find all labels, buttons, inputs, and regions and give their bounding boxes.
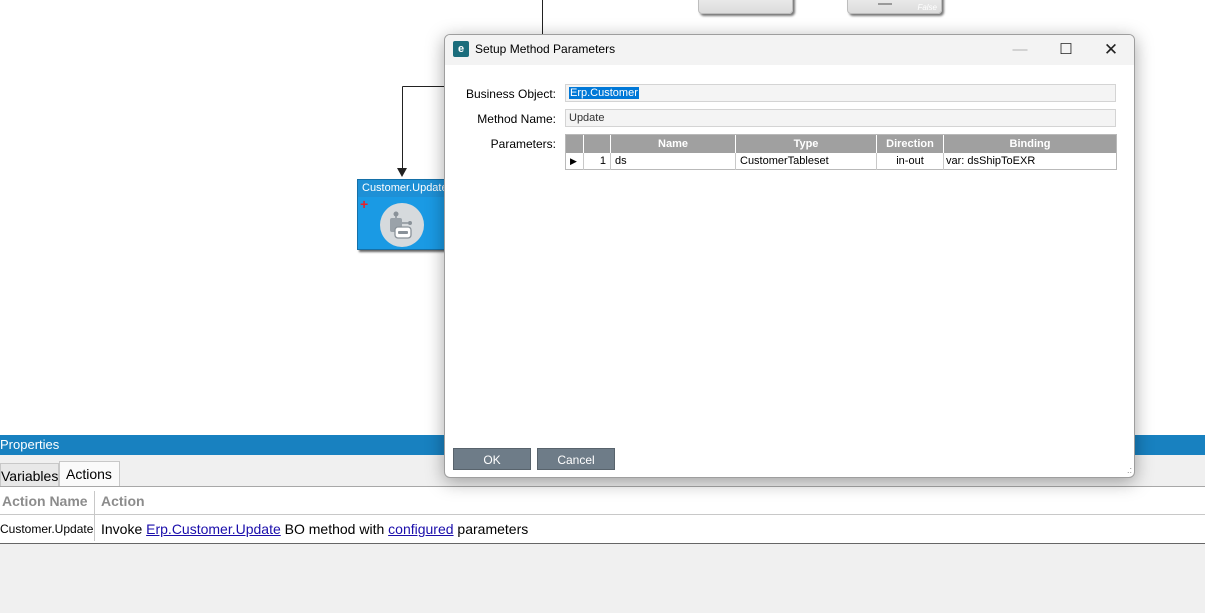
false-label: False bbox=[917, 3, 937, 12]
column-header-indicator bbox=[566, 135, 584, 153]
app-logo-icon: e bbox=[453, 41, 469, 57]
workflow-node-top-right[interactable]: False bbox=[847, 0, 942, 14]
cell-index: 1 bbox=[584, 153, 611, 170]
connector-line bbox=[542, 0, 543, 34]
ok-button[interactable]: OK bbox=[453, 448, 531, 470]
close-button[interactable]: ✕ bbox=[1088, 35, 1134, 65]
action-prefix-text: Invoke bbox=[101, 521, 147, 537]
connector-line bbox=[403, 86, 445, 87]
node-mini-icon bbox=[878, 3, 892, 5]
actions-grid: Action Name Action Customer.Update Invok… bbox=[0, 486, 1205, 544]
method-name-value: Update bbox=[569, 112, 605, 124]
parameters-table: Name Type Direction Binding ▶ 1 ds Custo… bbox=[565, 134, 1117, 170]
table-row[interactable]: Customer.Update Invoke Erp.Customer.Upda… bbox=[0, 515, 1205, 542]
dialog-title: Setup Method Parameters bbox=[475, 42, 616, 56]
maximize-button[interactable]: ☐ bbox=[1043, 35, 1089, 65]
bpm-method-icon bbox=[380, 203, 424, 247]
node-title: Customer.Update bbox=[362, 182, 448, 194]
minimize-button[interactable]: — bbox=[997, 35, 1043, 65]
cell-name[interactable]: ds bbox=[611, 153, 736, 170]
cell-type[interactable]: CustomerTableset bbox=[736, 153, 877, 170]
column-header-binding[interactable]: Binding bbox=[944, 135, 1116, 153]
dialog-titlebar[interactable]: e Setup Method Parameters — ☐ ✕ bbox=[445, 35, 1134, 65]
properties-panel: Variables Actions Action Name Action Cus… bbox=[0, 455, 1205, 613]
node-body: + bbox=[358, 197, 453, 249]
method-name-field[interactable]: Update bbox=[565, 109, 1116, 127]
business-object-label: Business Object: bbox=[465, 87, 556, 101]
business-object-value: Erp.Customer bbox=[569, 87, 639, 99]
action-middle-text: BO method with bbox=[280, 521, 389, 537]
workflow-node-customer-update[interactable]: Customer.Update + bbox=[357, 179, 454, 250]
action-suffix-text: parameters bbox=[453, 521, 529, 537]
tab-variables-label: Variables bbox=[1, 468, 59, 484]
tab-variables[interactable]: Variables bbox=[0, 463, 59, 487]
row-indicator-icon: ▶ bbox=[566, 153, 584, 170]
column-header-direction[interactable]: Direction bbox=[877, 135, 944, 153]
business-object-field[interactable]: Erp.Customer bbox=[565, 84, 1116, 102]
column-header-action[interactable]: Action bbox=[101, 493, 145, 509]
cell-direction[interactable]: in-out bbox=[877, 153, 944, 170]
method-link[interactable]: Erp.Customer.Update bbox=[146, 521, 281, 537]
column-header-index bbox=[584, 135, 611, 153]
properties-title: Properties bbox=[0, 437, 60, 452]
connector-line bbox=[402, 86, 403, 168]
parameters-label: Parameters: bbox=[490, 137, 556, 151]
cancel-button[interactable]: Cancel bbox=[537, 448, 615, 470]
resize-grip-icon[interactable]: .: bbox=[1127, 465, 1132, 475]
tab-actions[interactable]: Actions bbox=[59, 461, 120, 487]
column-header-name[interactable]: Name bbox=[611, 135, 736, 153]
configured-link[interactable]: configured bbox=[388, 521, 453, 537]
cell-binding[interactable]: var: dsShipToEXR bbox=[944, 153, 1116, 170]
workflow-node-top-left[interactable] bbox=[698, 0, 793, 14]
cell-action-name: Customer.Update bbox=[0, 522, 94, 536]
tab-actions-label: Actions bbox=[66, 466, 112, 482]
column-header-type[interactable]: Type bbox=[736, 135, 877, 153]
setup-method-parameters-dialog: e Setup Method Parameters — ☐ ✕ Business… bbox=[444, 34, 1135, 478]
grid-header: Action Name Action bbox=[0, 487, 1205, 515]
plus-icon[interactable]: + bbox=[360, 197, 368, 211]
cell-action: Invoke Erp.Customer.Update BO method wit… bbox=[101, 521, 528, 537]
column-header-action-name[interactable]: Action Name bbox=[2, 493, 88, 509]
connector-arrow-icon bbox=[397, 168, 407, 177]
method-name-label: Method Name: bbox=[477, 112, 556, 126]
